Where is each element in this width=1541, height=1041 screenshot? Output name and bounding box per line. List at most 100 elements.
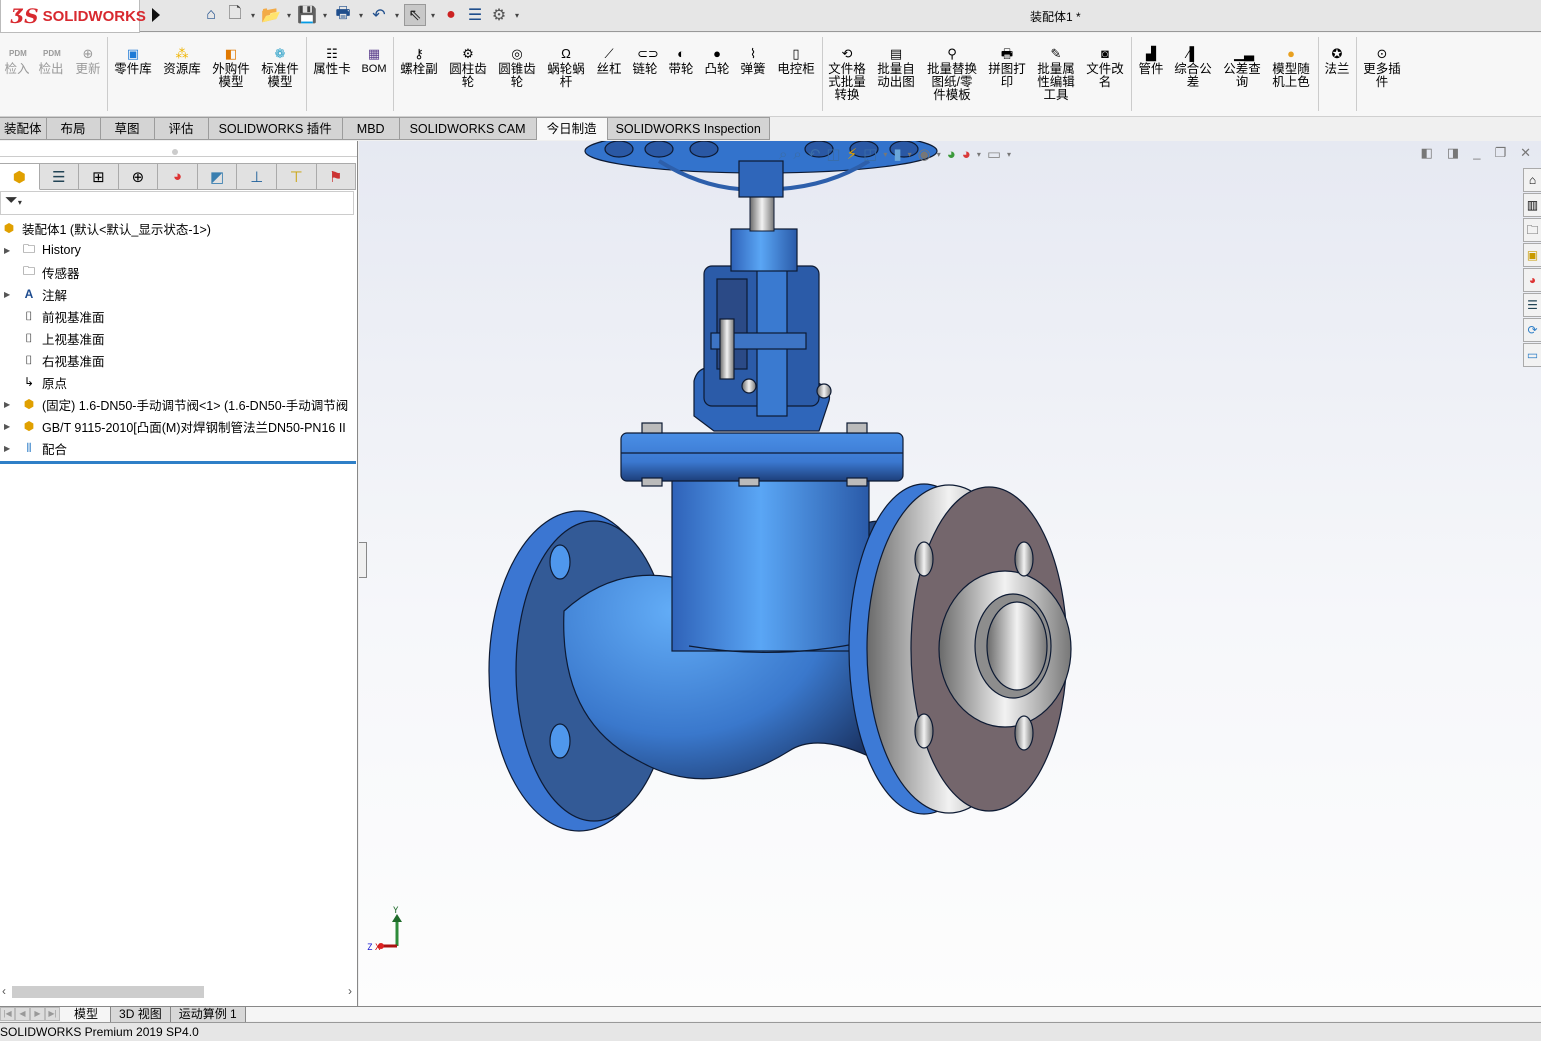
dynamic-annotation-icon[interactable]: ⚡ [847, 145, 858, 163]
tab-solidworks-addins[interactable]: SOLIDWORKS 插件 [208, 117, 343, 140]
undo-icon[interactable]: ↶ [368, 4, 390, 26]
tab-model[interactable]: 模型 [62, 1007, 112, 1022]
solidworks-forum-icon[interactable]: ⟳ [1523, 318, 1541, 342]
worm-gear-button[interactable]: Ω 蜗轮蜗 杆 [545, 47, 587, 89]
previous-view-icon[interactable]: ↶ [808, 145, 821, 163]
solidworks-resources-icon[interactable]: ⌂ [1523, 168, 1541, 192]
control-cabinet-button[interactable]: ▯ 电控柜 [775, 47, 817, 76]
pipe-fitting-button[interactable]: ▟ 管件 [1136, 47, 1166, 76]
save-dropdown-icon[interactable]: ▾ [320, 11, 330, 20]
tree-root-assembly[interactable]: ⬢ 装配体1 (默认<默认_显示状态-1>) [0, 217, 356, 239]
format-convert-button[interactable]: ⟲ 文件格 式批量 转换 [826, 47, 868, 102]
save-icon[interactable]: 💾 [296, 4, 318, 26]
tab-assembly[interactable]: 装配体 [0, 117, 47, 140]
bevel-gear-button[interactable]: ◎ 圆锥齿 轮 [496, 47, 538, 89]
display-style-icon[interactable]: ▮ [893, 145, 901, 163]
sprocket-button[interactable]: ⊂⊃ 链轮 [630, 47, 660, 76]
menu-expand-arrow-icon[interactable] [152, 8, 160, 22]
pdm-update-button[interactable]: ⊕ 更新 [74, 47, 102, 76]
tolerance-button[interactable]: ⁄▌ 综合公 差 [1172, 47, 1214, 89]
flange-button[interactable]: ✪ 法兰 [1322, 47, 1352, 76]
print-dropdown-icon[interactable]: ▾ [356, 11, 366, 20]
select-arrow-icon[interactable]: ⇖ [404, 4, 426, 26]
scroll-right-icon[interactable]: › [348, 984, 352, 998]
cam-feature-tree-tab[interactable]: ◩ [197, 163, 238, 190]
tab-evaluate[interactable]: 评估 [154, 117, 209, 140]
next-tab-icon[interactable]: ▶ [30, 1007, 45, 1021]
last-tab-icon[interactable]: ▶| [45, 1007, 60, 1021]
minimize-icon[interactable]: _ [1473, 145, 1480, 161]
tree-item-origin[interactable]: ↳ 原点 [0, 371, 356, 393]
part-library-button[interactable]: ▣ 零件库 [112, 47, 154, 76]
solidworks-logo[interactable]: ƷS SOLIDWORKS [0, 0, 146, 33]
rebuild-traffic-light-icon[interactable]: ● [440, 4, 462, 26]
apply-scene-icon[interactable]: ◕ [962, 146, 971, 163]
restore-icon[interactable]: ❐ [1494, 145, 1506, 161]
tree-item-top-plane[interactable]: ⌷ 上视基准面 [0, 327, 356, 349]
tab-solidworks-cam[interactable]: SOLIDWORKS CAM [399, 117, 537, 140]
comments-icon[interactable]: ▭ [1523, 343, 1541, 367]
custom-properties-icon[interactable]: ☰ [1523, 293, 1541, 317]
previous-icon[interactable]: ◧ [1421, 145, 1433, 161]
next-icon[interactable]: ◨ [1447, 145, 1459, 161]
open-icon[interactable]: 📂 [260, 4, 282, 26]
tree-item-sensors[interactable]: 🗀 传感器 [0, 261, 356, 283]
tree-item-annotations[interactable]: ▶ A 注解 [0, 283, 356, 305]
close-icon[interactable]: ✕ [1520, 145, 1531, 161]
file-rename-button[interactable]: ◙ 文件改 名 [1084, 47, 1126, 89]
tree-item-mates[interactable]: ▶ ⫴ 配合 [0, 437, 356, 459]
select-dropdown-icon[interactable]: ▾ [428, 11, 438, 20]
pulley-button[interactable]: ◐ 带轮 [666, 47, 696, 76]
more-plugins-button[interactable]: ⊙ 更多插 件 [1361, 47, 1403, 89]
dimxpertmanager-tab[interactable]: ⊕ [118, 163, 159, 190]
random-color-button[interactable]: ● 模型随 机上色 [1270, 47, 1312, 89]
print-tile-button[interactable]: 🖶 拼图打 印 [986, 47, 1028, 89]
expand-arrow-icon[interactable]: ▶ [4, 290, 14, 299]
hide-show-dropdown-icon[interactable]: ▾ [937, 150, 941, 159]
options-dropdown-icon[interactable]: ▾ [512, 11, 522, 20]
open-dropdown-icon[interactable]: ▾ [284, 11, 294, 20]
inspection-tab[interactable]: ⚑ [316, 163, 357, 190]
tab-today-manufacturing[interactable]: 今日制造 [536, 117, 608, 140]
auto-drawing-button[interactable]: ▤ 批量自 动出图 [875, 47, 917, 89]
view-palette-icon[interactable]: ▣ [1523, 243, 1541, 267]
bolt-button[interactable]: ⚷ 螺栓副 [398, 47, 440, 76]
hide-show-items-icon[interactable]: ◉ [918, 145, 931, 163]
view-orientation-dropdown-icon[interactable]: ▾ [883, 150, 887, 159]
expand-arrow-icon[interactable]: ▶ [4, 444, 14, 453]
pdm-checkout-button[interactable]: PDM 检出 [38, 47, 64, 76]
view-settings-dropdown-icon[interactable]: ▾ [1007, 150, 1011, 159]
edit-appearance-icon[interactable]: ◕ [947, 146, 956, 163]
tree-item-right-plane[interactable]: ⌷ 右视基准面 [0, 349, 356, 371]
design-library-icon[interactable]: ▥ [1523, 193, 1541, 217]
scrollbar-thumb[interactable] [12, 986, 204, 998]
expand-arrow-icon[interactable]: ▶ [4, 246, 14, 255]
property-card-button[interactable]: ☷ 属性卡 [311, 47, 353, 76]
home-icon[interactable]: ⌂ [200, 4, 222, 26]
display-style-dropdown-icon[interactable]: ▾ [908, 150, 912, 159]
expand-arrow-icon[interactable]: ▶ [4, 400, 14, 409]
tab-3d-views[interactable]: 3D 视图 [111, 1007, 171, 1022]
lead-screw-button[interactable]: ⟋ 丝杠 [594, 47, 624, 76]
configurationmanager-tab[interactable]: ⊞ [79, 163, 119, 190]
view-settings-icon[interactable]: ▭ [987, 145, 1001, 163]
horizontal-scrollbar[interactable]: ‹ › [0, 983, 356, 1001]
tree-filter[interactable]: ⏷▾ [0, 191, 354, 215]
cam-button[interactable]: ● 凸轮 [702, 47, 732, 76]
tab-sketch[interactable]: 草图 [100, 117, 155, 140]
rollback-bar[interactable] [0, 461, 356, 464]
new-dropdown-icon[interactable]: ▾ [248, 11, 258, 20]
tab-solidworks-inspection[interactable]: SOLIDWORKS Inspection [607, 117, 770, 140]
tree-item-flange-component[interactable]: ▶ ⬢ GB/T 9115-2010[凸面(M)对焊钢制管法兰DN50-PN16 … [0, 415, 356, 437]
expand-arrow-icon[interactable]: ▶ [4, 422, 14, 431]
tab-mbd[interactable]: MBD [342, 117, 400, 140]
spur-gear-button[interactable]: ⚙ 圆柱齿 轮 [447, 47, 489, 89]
prev-tab-icon[interactable]: ◀ [15, 1007, 30, 1021]
zoom-to-fit-icon[interactable]: ⌕ [779, 146, 787, 163]
bom-button[interactable]: ▦ BOM [359, 47, 389, 76]
pdm-checkin-button[interactable]: PDM 检入 [4, 47, 30, 76]
print-icon[interactable]: 🖶 [332, 4, 354, 26]
appearances-icon[interactable]: ◕ [1523, 268, 1541, 292]
displaymanager-tab[interactable]: ◕ [158, 163, 198, 190]
cam-operation-tree-tab[interactable]: ⊥ [237, 163, 277, 190]
